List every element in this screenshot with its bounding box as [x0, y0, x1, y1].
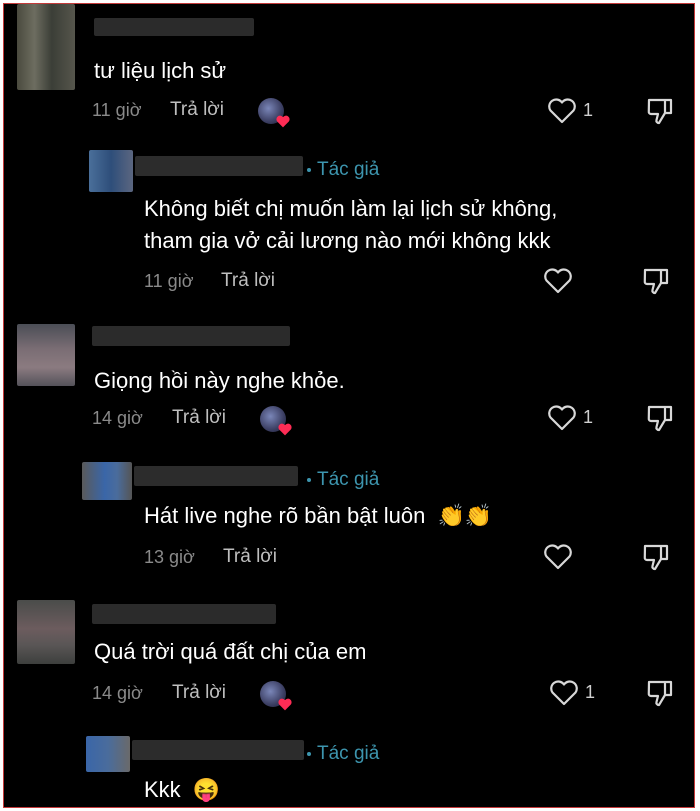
separator-dot: [307, 752, 311, 756]
author-username[interactable]: [135, 156, 303, 176]
reply-text-line-1: Không biết chị muốn làm lại lịch sử khôn…: [144, 196, 558, 221]
comment-time: 11 giờ: [92, 100, 142, 120]
reply-text: Hát live nghe rõ bần bật luôn 👏👏: [144, 501, 492, 531]
reply-text-content: Hát live nghe rõ bần bật luôn: [144, 503, 426, 528]
author-badge: Tác giả: [317, 159, 380, 180]
like-heart-icon[interactable]: [549, 680, 579, 706]
reply-text-content: Kkk: [144, 777, 181, 802]
separator-dot: [307, 478, 311, 482]
like-heart-icon[interactable]: [543, 544, 573, 570]
separator-dot: [307, 168, 311, 172]
clapping-hands-emoji: 👏👏: [437, 503, 493, 528]
tongue-out-emoji: 😝: [192, 777, 221, 802]
author-username[interactable]: [132, 740, 304, 760]
comment-text: tư liệu lịch sử: [94, 58, 227, 83]
heart-icon: [276, 115, 290, 128]
heart-icon: [278, 698, 292, 711]
reply-text: Kkk 😝: [144, 775, 220, 805]
author-avatar[interactable]: [89, 150, 133, 192]
like-heart-icon[interactable]: [547, 405, 577, 431]
author-badge: Tác giả: [317, 743, 380, 764]
author-avatar[interactable]: [82, 462, 132, 500]
comment-text: Giọng hồi này nghe khỏe.: [94, 368, 345, 393]
comment-time: 14 giờ: [92, 683, 143, 703]
commenter-username[interactable]: [92, 604, 276, 624]
reply-button[interactable]: Trả lời: [223, 546, 277, 568]
commenter-avatar[interactable]: [17, 324, 75, 386]
author-badge: Tác giả: [317, 469, 380, 490]
dislike-thumbs-down-icon[interactable]: [642, 266, 670, 296]
reply-button[interactable]: Trả lời: [221, 270, 275, 292]
creator-liked-badge: [258, 98, 290, 128]
heart-icon: [278, 423, 292, 436]
commenter-avatar[interactable]: [17, 600, 75, 664]
like-heart-icon[interactable]: [543, 268, 573, 294]
like-count: 1: [583, 407, 594, 427]
like-count: 1: [585, 682, 596, 702]
reply-text-line-2: tham gia vở cải lương nào mới không kkk: [144, 228, 551, 253]
reply-button[interactable]: Trả lời: [172, 682, 226, 704]
comment-time: 14 giờ: [92, 408, 143, 428]
dislike-thumbs-down-icon[interactable]: [646, 403, 674, 433]
reply-button[interactable]: Trả lời: [170, 99, 224, 121]
dislike-thumbs-down-icon[interactable]: [646, 678, 674, 708]
comment-text: Quá trời quá đất chị của em: [94, 639, 367, 664]
like-heart-icon[interactable]: [547, 98, 577, 124]
author-avatar[interactable]: [86, 736, 130, 772]
like-count: 1: [583, 100, 594, 120]
reply-button[interactable]: Trả lời: [172, 407, 226, 429]
commenter-avatar[interactable]: [17, 4, 75, 90]
commenter-username[interactable]: [94, 18, 254, 36]
creator-liked-badge: [260, 406, 292, 436]
reply-time: 13 giờ: [144, 547, 195, 567]
reply-time: 11 giờ: [144, 271, 194, 291]
author-username[interactable]: [134, 466, 298, 486]
commenter-username[interactable]: [92, 326, 290, 346]
dislike-thumbs-down-icon[interactable]: [642, 542, 670, 572]
creator-liked-badge: [260, 681, 292, 711]
dislike-thumbs-down-icon[interactable]: [646, 96, 674, 126]
comments-panel: tư liệu lịch sử 11 giờ Trả lời 1 Tác giả…: [3, 3, 695, 808]
